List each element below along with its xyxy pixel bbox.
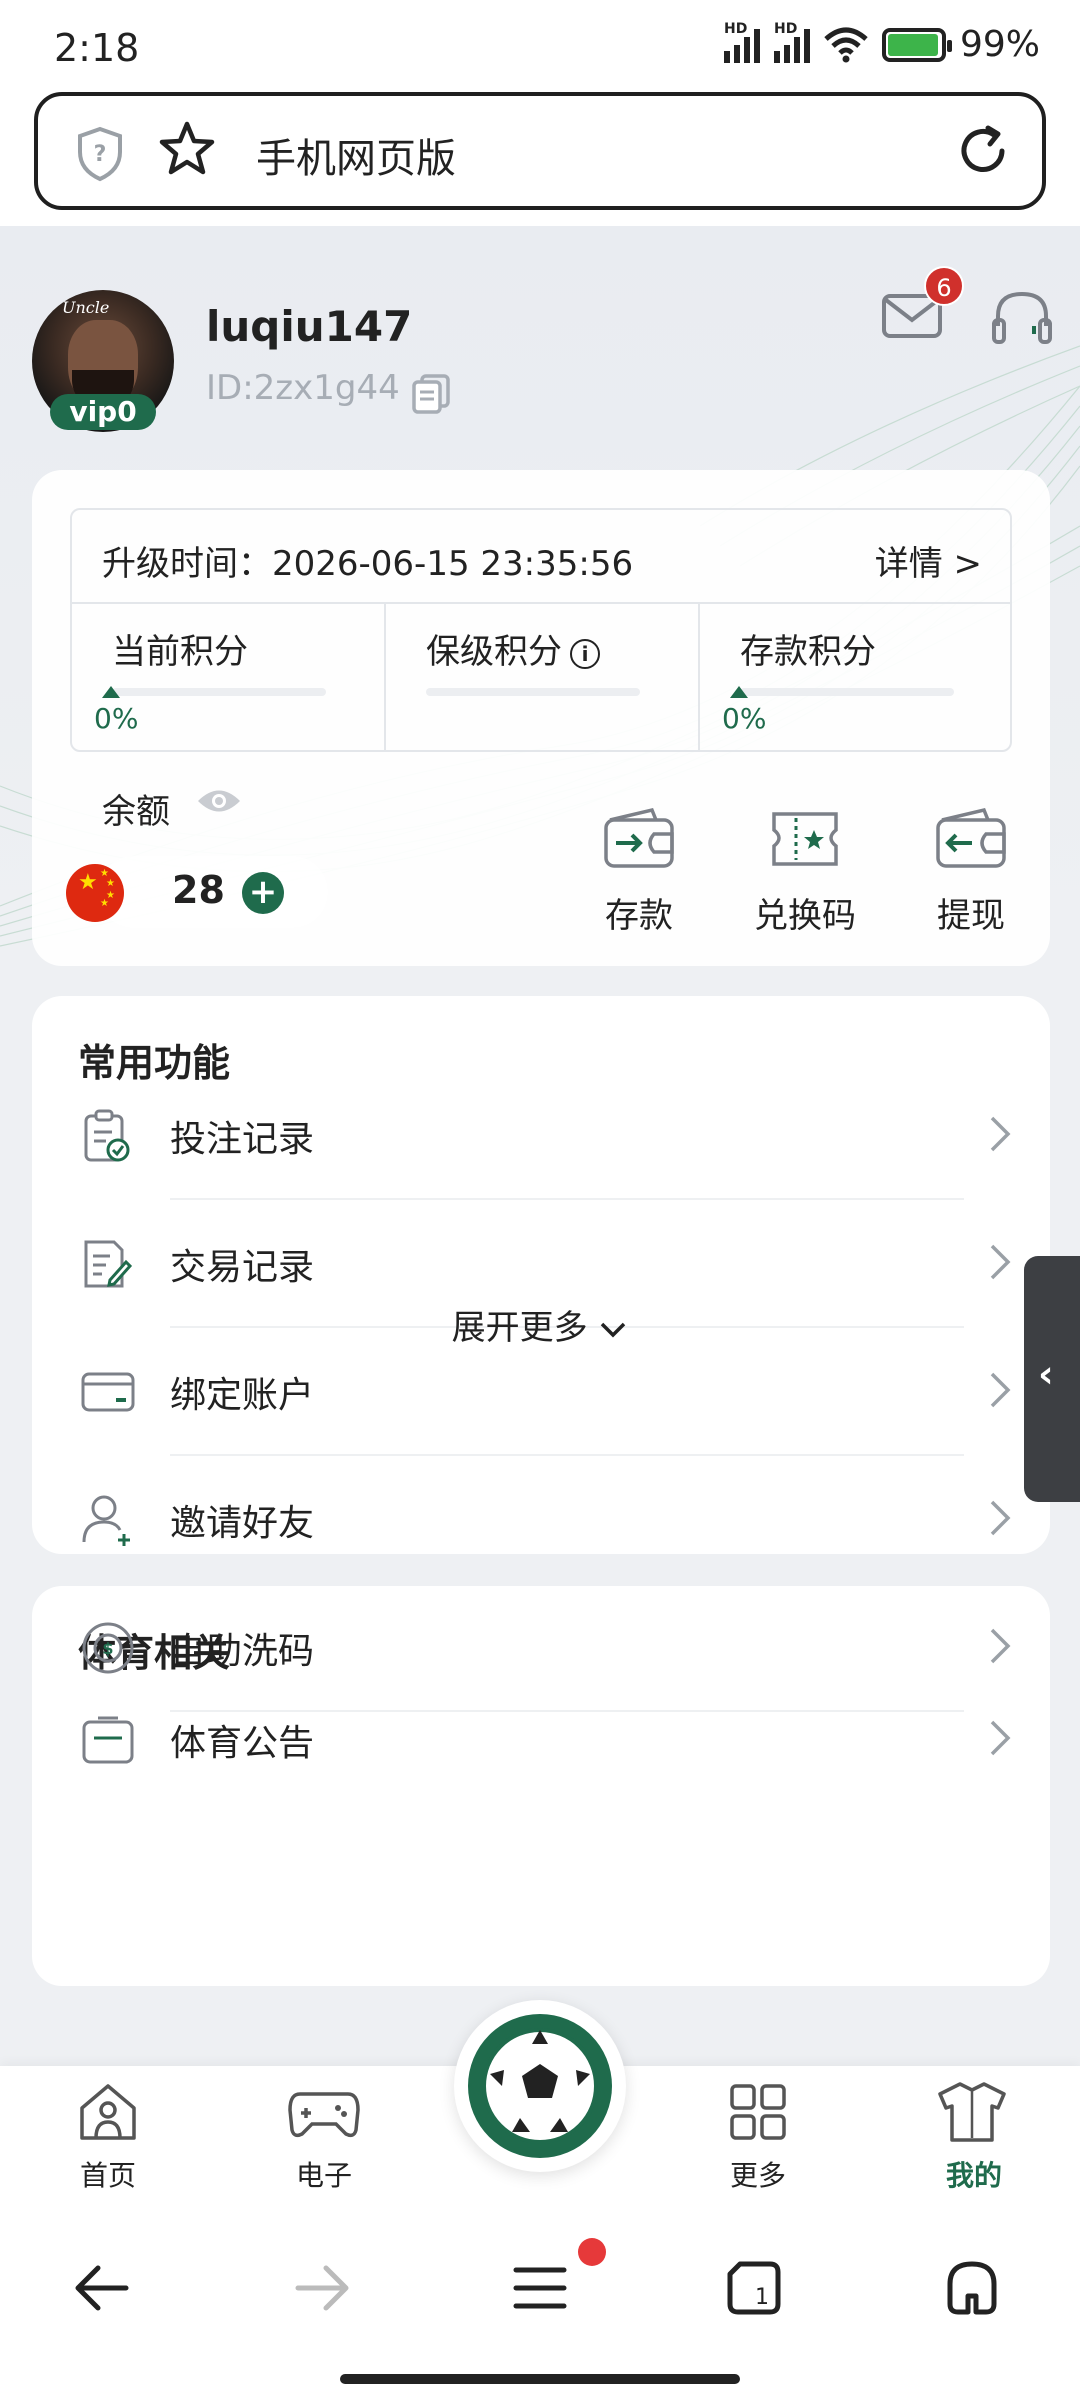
avatar-text: Uncle	[62, 298, 110, 317]
withdraw-button[interactable]: 提现	[906, 806, 1036, 937]
deposit-button[interactable]: 存款	[574, 806, 704, 937]
withdraw-label: 提现	[937, 896, 1005, 936]
chip-icon: $	[82, 1622, 134, 1674]
nav-more[interactable]: 更多	[688, 2080, 828, 2194]
grid-icon	[730, 2084, 786, 2140]
back-icon[interactable]	[72, 2258, 132, 2318]
nav-mine[interactable]: 我的	[904, 2080, 1044, 2194]
status-icons: HD HD 99%	[723, 21, 1040, 65]
svg-text:1: 1	[755, 2285, 769, 2310]
wallet-in-icon	[604, 807, 674, 868]
deposit-points-label: 存款积分	[740, 632, 876, 672]
nav-mine-label: 我的	[945, 2159, 1002, 2192]
headset-icon[interactable]	[990, 288, 1054, 348]
menu-item-label: 自助洗码	[170, 1631, 315, 1672]
jersey-icon	[938, 2082, 1006, 2142]
soccer-ball-graphic	[482, 2028, 598, 2144]
details-link[interactable]: 详情 >	[875, 536, 982, 585]
browser-home-icon[interactable]	[942, 2258, 1002, 2318]
nav-home-label: 首页	[79, 2159, 136, 2192]
address-bar[interactable]: ? 手机网页版	[34, 92, 1046, 210]
signal-tag: HD	[723, 20, 748, 37]
progress-bar	[740, 688, 954, 696]
menu-item-label: 体育公告	[170, 1723, 315, 1764]
info-icon[interactable]: i	[570, 638, 600, 669]
vip-badge: vip0	[50, 394, 156, 430]
shield-icon[interactable]: ?	[76, 126, 124, 182]
points-panel: 升级时间：2026-06-15 23:35:56 详情 > 当前积分 0% 保级…	[70, 508, 1012, 752]
browser-nav: 1	[0, 2210, 1080, 2400]
signal-tag-2: HD	[773, 20, 798, 37]
battery-icon	[881, 27, 952, 62]
status-bar: 2:18 HD HD 99%	[0, 0, 1080, 90]
copy-icon[interactable]	[410, 372, 452, 414]
wallet-out-icon	[936, 807, 1006, 868]
china-flag-icon: ★ ★ ★ ★ ★	[66, 864, 124, 922]
deposit-points: 存款积分 0%	[700, 604, 1012, 752]
chevron-down-icon	[601, 1322, 626, 1337]
upgrade-time-value: 2026-06-15 23:35:56	[272, 544, 634, 584]
progress-bar	[112, 688, 326, 696]
nav-home[interactable]: 首页	[38, 2080, 178, 2194]
forward-icon[interactable]	[292, 2258, 352, 2318]
battery-text: 99%	[959, 24, 1040, 65]
expand-more-label: 展开更多	[451, 1308, 588, 1348]
svg-text:$: $	[102, 1639, 113, 1658]
soccer-ball-icon	[468, 2014, 612, 2158]
tabs-icon[interactable]: 1	[724, 2258, 784, 2318]
current-points-label: 当前积分	[112, 632, 248, 672]
upgrade-time-label: 升级时间：	[102, 544, 272, 584]
status-time: 2:18	[54, 26, 140, 70]
account-card: 升级时间：2026-06-15 23:35:56 详情 > 当前积分 0% 保级…	[32, 470, 1050, 966]
redeem-code-label: 兑换码	[754, 896, 856, 936]
deposit-label: 存款	[605, 896, 673, 936]
username: luqiu147	[206, 302, 413, 351]
balance-label: 余额	[102, 792, 170, 832]
signal-icon-2: HD	[773, 21, 810, 63]
progress-marker-icon	[102, 686, 120, 698]
chevron-right-icon	[990, 1720, 1011, 1756]
user-id: ID:2zx1g44	[206, 368, 400, 408]
home-icon	[80, 2084, 136, 2140]
browser-bar: ? 手机网页版	[0, 90, 1080, 226]
center-sports-button[interactable]	[454, 2000, 626, 2172]
divider	[170, 1710, 964, 1712]
gesture-bar[interactable]	[340, 2374, 740, 2384]
balance-value: 28	[172, 868, 225, 912]
progress-marker-icon	[730, 686, 748, 698]
current-points: 当前积分 0%	[72, 604, 386, 752]
progress-bar	[426, 688, 640, 696]
mail-badge: 6	[924, 266, 964, 306]
upgrade-row: 升级时间：2026-06-15 23:35:56 详情 >	[72, 510, 1010, 604]
eye-icon[interactable]	[196, 786, 242, 816]
reload-icon[interactable]	[954, 122, 1012, 180]
star-icon[interactable]	[158, 120, 216, 178]
nav-games-label: 电子	[295, 2159, 352, 2192]
deposit-points-percent: 0%	[722, 702, 767, 735]
menu-item-self-rebate[interactable]: $ 自助洗码	[32, 1584, 1050, 1712]
nav-games[interactable]: 电子	[254, 2080, 394, 2194]
upgrade-time: 升级时间：2026-06-15 23:35:56	[102, 536, 633, 585]
notice-board-icon	[82, 1716, 134, 1764]
menu-icon[interactable]	[510, 2258, 570, 2318]
common-functions-continuation: $ 自助洗码	[32, 996, 1050, 1712]
expand-more-button[interactable]: 展开更多	[0, 1300, 1080, 1349]
retention-points-label: 保级积分 i	[426, 624, 600, 673]
retention-points: 保级积分 i	[386, 604, 700, 752]
url-text[interactable]: 手机网页版	[256, 126, 456, 184]
redeem-code-button[interactable]: 兑换码	[740, 806, 870, 937]
current-points-percent: 0%	[94, 702, 139, 735]
add-balance-button[interactable]: +	[242, 872, 284, 914]
menu-notification-dot	[578, 2238, 606, 2266]
chevron-right-icon	[990, 1628, 1011, 1664]
retention-points-text: 保级积分	[426, 632, 562, 672]
wifi-icon	[824, 27, 868, 62]
gamepad-icon	[288, 2092, 360, 2138]
svg-text:?: ?	[94, 142, 107, 167]
nav-more-label: 更多	[729, 2159, 786, 2192]
ticket-icon	[772, 812, 838, 866]
signal-icon: HD	[723, 21, 760, 63]
